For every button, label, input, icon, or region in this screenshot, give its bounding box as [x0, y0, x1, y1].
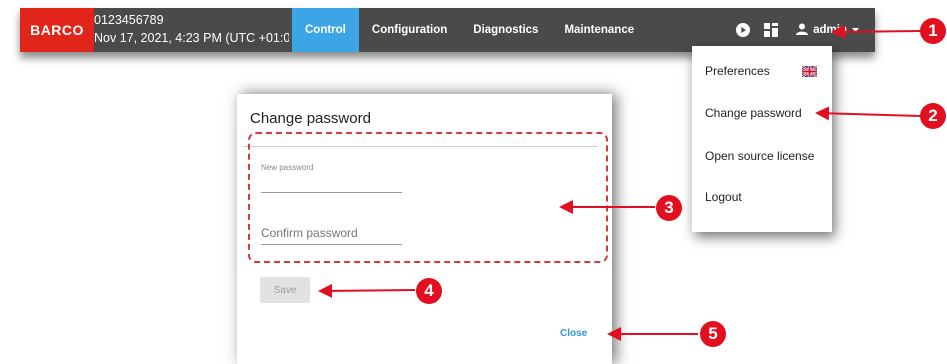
- change-password-dialog: Change password New password Save Close: [237, 94, 612, 364]
- uk-flag-icon: [801, 64, 818, 82]
- user-icon: [796, 23, 809, 38]
- user-name: admin: [813, 24, 847, 36]
- device-datetime: Nov 17, 2021, 4:23 PM (UTC +01:0...: [94, 31, 289, 45]
- main-nav: Control Configuration Diagnostics Mainte…: [292, 8, 647, 52]
- brand-text: BARCO: [30, 22, 84, 38]
- new-password-field[interactable]: [261, 176, 401, 190]
- menu-item-open-source-license[interactable]: Open source license: [705, 149, 814, 163]
- menu-item-change-password[interactable]: Change password: [705, 106, 802, 120]
- user-dropdown-menu: Preferences Change password Open source …: [692, 46, 832, 232]
- tab-configuration[interactable]: Configuration: [359, 8, 460, 52]
- callout-2: 2: [920, 103, 946, 129]
- tab-maintenance[interactable]: Maintenance: [551, 8, 647, 52]
- callout-3: 3: [656, 195, 682, 221]
- menu-item-preferences[interactable]: Preferences: [705, 64, 770, 78]
- device-info: 0123456789 Nov 17, 2021, 4:23 PM (UTC +0…: [94, 11, 289, 47]
- tab-diagnostics[interactable]: Diagnostics: [460, 8, 551, 52]
- tab-control[interactable]: Control: [292, 8, 359, 52]
- new-password-underline: [261, 192, 402, 193]
- device-serial: 0123456789: [94, 13, 164, 27]
- dialog-title: Change password: [250, 110, 371, 127]
- layout-icon[interactable]: [764, 23, 779, 37]
- confirm-password-underline: [261, 244, 402, 245]
- arrow-2: [815, 106, 922, 121]
- new-password-label: New password: [261, 163, 314, 172]
- close-button[interactable]: Close: [560, 328, 587, 339]
- barco-logo: BARCO: [20, 8, 94, 52]
- user-menu-button[interactable]: admin: [796, 23, 859, 38]
- confirm-password-field[interactable]: [261, 225, 401, 241]
- caret-down-icon: [852, 24, 859, 36]
- callout-1: 1: [920, 18, 946, 44]
- callout-4: 4: [416, 278, 442, 304]
- callout-5: 5: [700, 321, 726, 347]
- play-icon[interactable]: [736, 23, 751, 37]
- save-button[interactable]: Save: [260, 277, 310, 303]
- menu-item-logout[interactable]: Logout: [705, 190, 742, 204]
